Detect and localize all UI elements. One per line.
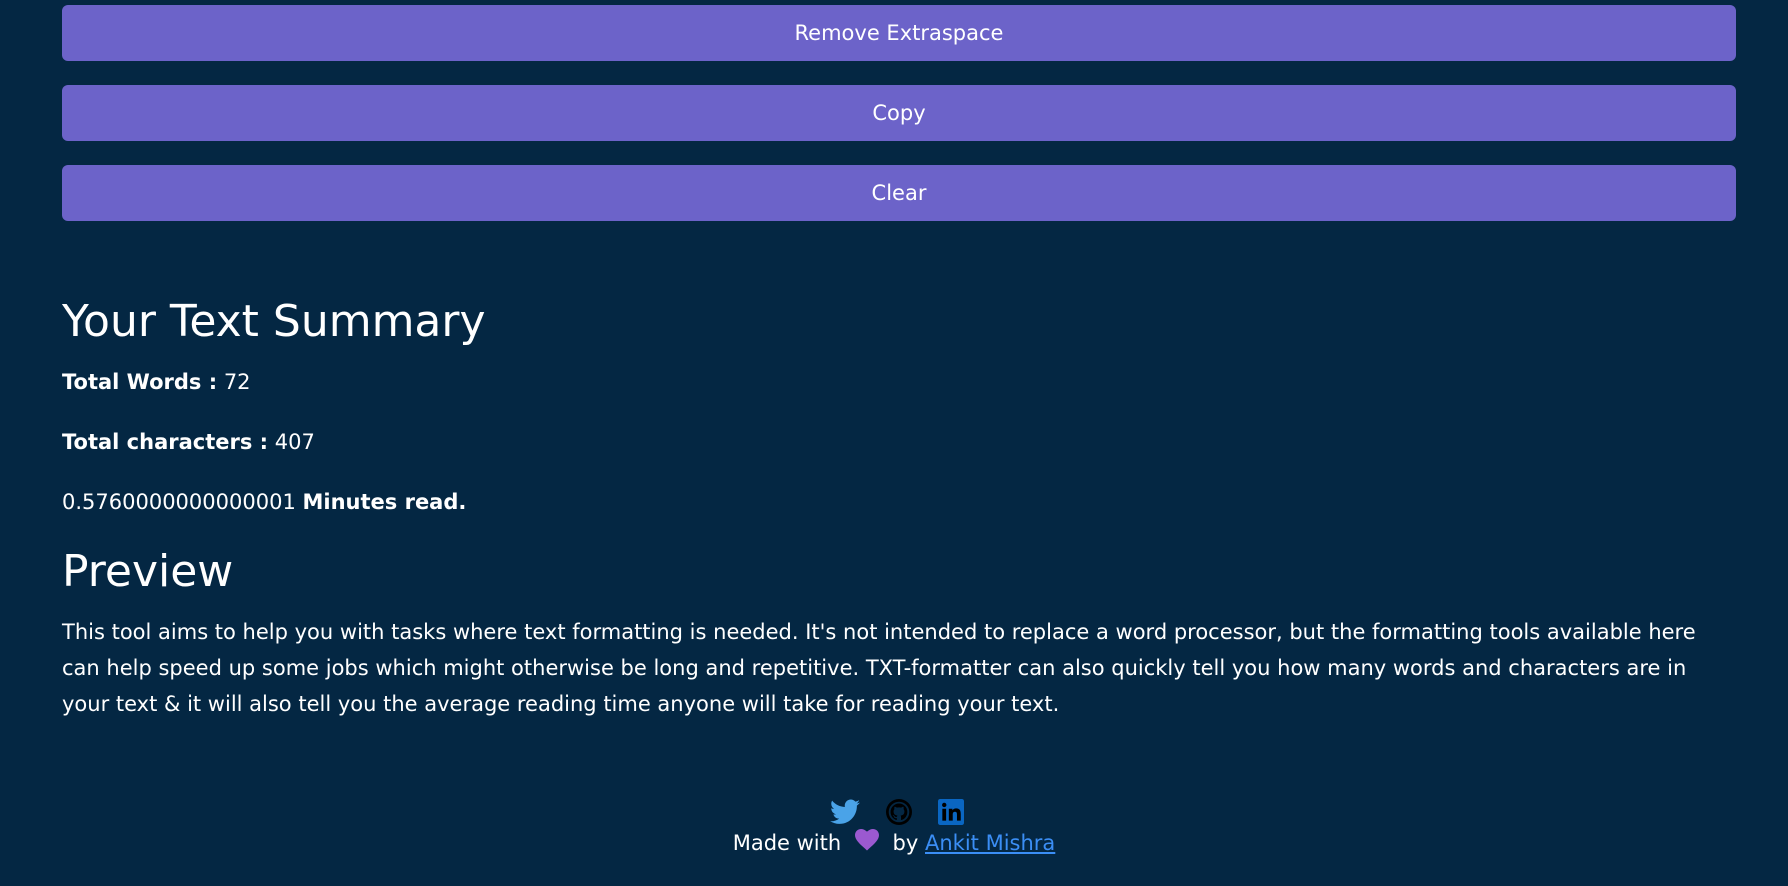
- footer: Made with by Ankit Mishra: [0, 796, 1788, 859]
- total-words-label: Total Words :: [62, 370, 218, 394]
- total-words-stat: Total Words : 72: [62, 368, 251, 396]
- made-with-text: Made with: [732, 831, 842, 855]
- social-links: [6, 796, 1788, 828]
- summary-heading: Your Text Summary: [62, 296, 486, 347]
- made-with-line: Made with by Ankit Mishra: [0, 828, 1788, 859]
- clear-button[interactable]: Clear: [62, 165, 1736, 221]
- preview-heading: Preview: [62, 546, 234, 597]
- copy-button[interactable]: Copy: [62, 85, 1736, 141]
- total-characters-stat: Total characters : 407: [62, 428, 315, 456]
- twitter-icon[interactable]: [830, 799, 860, 825]
- linkedin-icon[interactable]: [938, 799, 964, 825]
- total-characters-value: 407: [274, 430, 315, 454]
- heart-icon: [854, 829, 880, 859]
- reading-time-stat: 0.5760000000000001 Minutes read.: [62, 488, 466, 516]
- total-words-value: 72: [223, 370, 251, 394]
- reading-time-label: Minutes read.: [302, 490, 467, 514]
- author-link[interactable]: Ankit Mishra: [925, 831, 1055, 855]
- preview-text: This tool aims to help you with tasks wh…: [62, 620, 1696, 716]
- total-characters-label: Total characters :: [62, 430, 269, 454]
- remove-extraspace-button[interactable]: Remove Extraspace: [62, 5, 1736, 61]
- reading-time-value: 0.5760000000000001: [62, 490, 296, 514]
- by-text: by: [892, 831, 919, 855]
- github-icon[interactable]: [886, 799, 912, 825]
